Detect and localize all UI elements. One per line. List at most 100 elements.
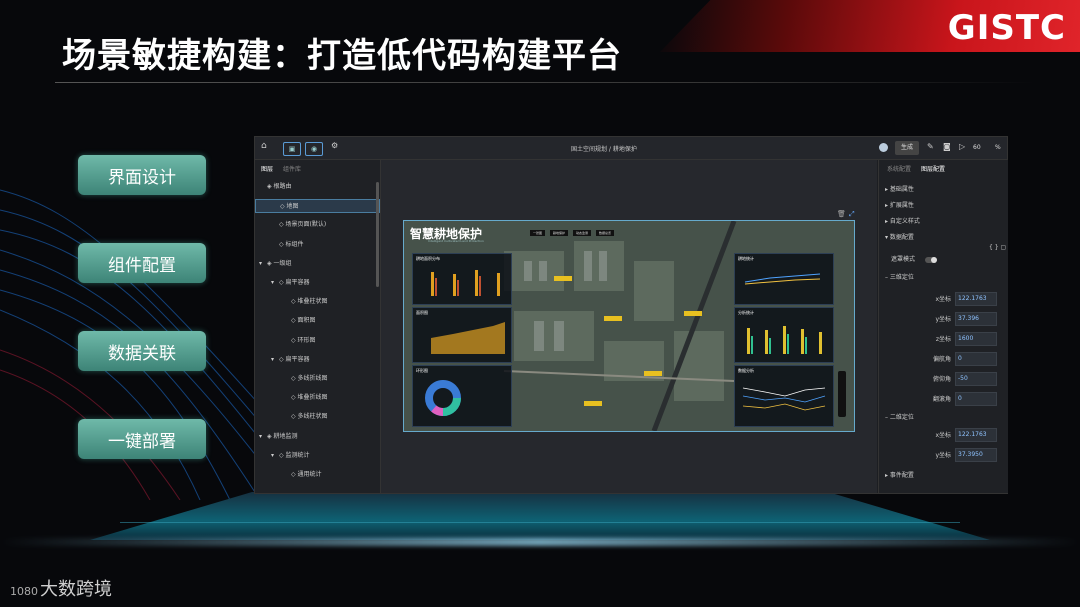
tree-item[interactable]: ◇ 通用统计 — [255, 468, 380, 482]
avatar[interactable] — [879, 143, 888, 152]
section-extended[interactable]: ▸ 扩展属性 — [885, 200, 1005, 212]
tree-item-label: 标组件 — [285, 240, 304, 248]
expand-icon[interactable]: ⤢ — [849, 210, 855, 219]
donut-chart — [425, 380, 461, 416]
donut-chart-panel[interactable]: 环形图 — [412, 365, 512, 427]
tree-item[interactable]: ◇ 地图 — [255, 199, 380, 214]
tab-system-config[interactable]: 系统配置 — [887, 166, 911, 173]
field-label: x坐标 — [935, 296, 951, 303]
field-label: x坐标 — [935, 432, 951, 439]
tab-components[interactable]: 组件库 — [283, 166, 301, 173]
section-basic[interactable]: ▸ 基础属性 — [885, 184, 1005, 196]
tab-layer-config[interactable]: 图层配置 — [921, 166, 945, 173]
coordinate-input[interactable]: 122.1763 — [955, 292, 997, 306]
section-events[interactable]: ▸ 事件配置 — [885, 470, 1005, 482]
bar-chart-panel[interactable]: 耕地面积分布 — [412, 253, 512, 305]
play-icon[interactable]: ▷ — [959, 142, 965, 151]
zoom-value[interactable]: 60 — [973, 144, 981, 151]
watermark-text: 大数跨境 — [40, 579, 112, 600]
nav-item[interactable]: 动态监测 — [572, 230, 591, 236]
generate-button[interactable]: 生成 — [895, 141, 919, 155]
edit-icon[interactable]: ✎ — [927, 142, 934, 151]
home-icon[interactable]: ⌂ — [261, 141, 267, 151]
tree-item-label: 通用统计 — [297, 471, 322, 478]
tree-item[interactable]: ◇ 堆叠折线图 — [255, 391, 380, 405]
mask-mode-toggle[interactable] — [925, 257, 937, 263]
feature-button-component-config[interactable]: 组件配置 — [78, 243, 206, 283]
coordinate-input[interactable]: 122.1763 — [955, 428, 997, 442]
coordinate-input[interactable]: 0 — [955, 352, 997, 366]
section-data-config[interactable]: ▾ 数据配置 — [885, 232, 1005, 244]
chevron-down-icon[interactable]: ▾ — [259, 430, 267, 444]
chevron-down-icon[interactable]: ▾ — [271, 353, 279, 367]
stage-glow — [0, 538, 1080, 546]
column-chart — [747, 326, 822, 354]
coordinate-input[interactable]: 0 — [955, 392, 997, 406]
tree-item[interactable]: ▾ ◇ 扁平容器 — [255, 353, 380, 367]
feature-button-ui-design[interactable]: 界面设计 — [78, 155, 206, 195]
tree-item[interactable]: ◇ 堆叠柱状图 — [255, 295, 380, 309]
watermark: 1080 大数跨境 — [10, 575, 112, 601]
tree-item[interactable]: ▾ ◈ 一级组 — [255, 257, 380, 271]
coordinate-input[interactable]: 37.3950 — [955, 448, 997, 462]
tree-item[interactable]: ▾ ◈ 耕地监测 — [255, 430, 380, 444]
settings-icon[interactable]: ⚙ — [331, 141, 338, 150]
slide-title: 场景敏捷构建：打造低代码构建平台 — [62, 36, 622, 76]
tree-item[interactable]: ◇ 多线折线图 — [255, 372, 380, 386]
dashboard-preview[interactable]: 智慧耕地保护 Intelligent Cultivated Land Prote… — [403, 220, 855, 432]
multi-line-chart — [742, 387, 826, 411]
tree-item[interactable]: ◇ 多线柱状图 — [255, 410, 380, 424]
chevron-down-icon[interactable]: ▾ — [271, 276, 279, 290]
column-chart-panel[interactable]: 分析统计 — [734, 307, 834, 363]
tree-item-label: 场景页面(默认) — [285, 221, 327, 229]
tree-item[interactable]: ◇ 面积图 — [255, 314, 380, 328]
tree-scrollbar[interactable] — [376, 182, 379, 287]
dashboard-subtitle: Intelligent Cultivated Land Protection — [428, 239, 484, 243]
feature-button-data-link[interactable]: 数据关联 — [78, 331, 206, 371]
title-divider — [55, 82, 1035, 83]
save-icon[interactable]: ▣ — [283, 142, 301, 156]
map-tools[interactable] — [838, 371, 846, 417]
area-chart-panel[interactable]: 面积图 — [412, 307, 512, 363]
field-label: 偏航角 — [932, 356, 951, 363]
layer-panel: 图层 组件库 ◈ 根路由 ◇ 地图 ◇ 场景页面(默认) ◇ 标组件 ▾ ◈ 一级组 ▾ ◇ … — [255, 160, 381, 493]
tree-item[interactable]: ◇ 环形图 — [255, 334, 380, 348]
tree-item[interactable]: ◇ 场景页面(默认) — [255, 218, 380, 232]
coordinate-input[interactable]: 1600 — [955, 332, 997, 346]
nav-item[interactable]: 数据总览 — [595, 230, 614, 236]
design-canvas[interactable]: 🗑 ⤢ 智慧耕地保护 Intelligent Cultivated Land P… — [381, 160, 877, 493]
tree-item-label: 面积图 — [297, 317, 316, 325]
group-3d-position[interactable]: – 三维定位 — [885, 272, 1005, 284]
line-chart — [744, 273, 821, 285]
tree-item-label: 环形图 — [297, 336, 316, 344]
preview-icon[interactable]: ◉ — [305, 142, 323, 156]
code-icon[interactable]: { } ▢ — [989, 244, 1006, 251]
tree-item[interactable]: ▾ ◇ 监测统计 — [255, 449, 380, 463]
field-label: 翻滚角 — [932, 396, 951, 403]
tree-item-label: 扁平容器 — [285, 355, 310, 363]
tree-item[interactable]: ◇ 标组件 — [255, 238, 380, 252]
area-chart — [431, 322, 505, 354]
nav-item[interactable]: 耕地保护 — [549, 230, 568, 236]
delete-icon[interactable]: 🗑 — [837, 210, 846, 218]
group-2d-position[interactable]: – 二维定位 — [885, 412, 1005, 424]
app-toolbar: ⌂ ▣ ◉ ⚙ 国土空间规划 / 耕地保护 生成 ✎ ◙ ▷ 60 % — [255, 137, 1007, 160]
nav-item[interactable]: 一张图 — [530, 230, 546, 236]
section-custom-style[interactable]: ▸ 自定义样式 — [885, 216, 1005, 228]
layer-panel-tabs: 图层 组件库 — [255, 160, 380, 178]
multi-line-chart-panel[interactable]: 数据分析 — [734, 365, 834, 427]
tree-item-label: 根路由 — [273, 183, 292, 190]
tree-item-label: 一级组 — [273, 259, 292, 267]
field-label: y坐标 — [935, 452, 951, 459]
feature-button-deploy[interactable]: 一键部署 — [78, 419, 206, 459]
chevron-down-icon[interactable]: ▾ — [271, 449, 279, 463]
chevron-down-icon[interactable]: ▾ — [259, 257, 267, 271]
tree-item[interactable]: ▾ ◇ 扁平容器 — [255, 276, 380, 290]
tree-item[interactable]: ◈ 根路由 — [255, 180, 380, 194]
tree-item-label: 堆叠折线图 — [297, 394, 328, 402]
coordinate-input[interactable]: -50 — [955, 372, 997, 386]
line-chart-panel[interactable]: 耕地统计 — [734, 253, 834, 305]
coordinate-input[interactable]: 37.396 — [955, 312, 997, 326]
tab-layers[interactable]: 图层 — [261, 166, 273, 173]
camera-icon[interactable]: ◙ — [943, 142, 951, 151]
